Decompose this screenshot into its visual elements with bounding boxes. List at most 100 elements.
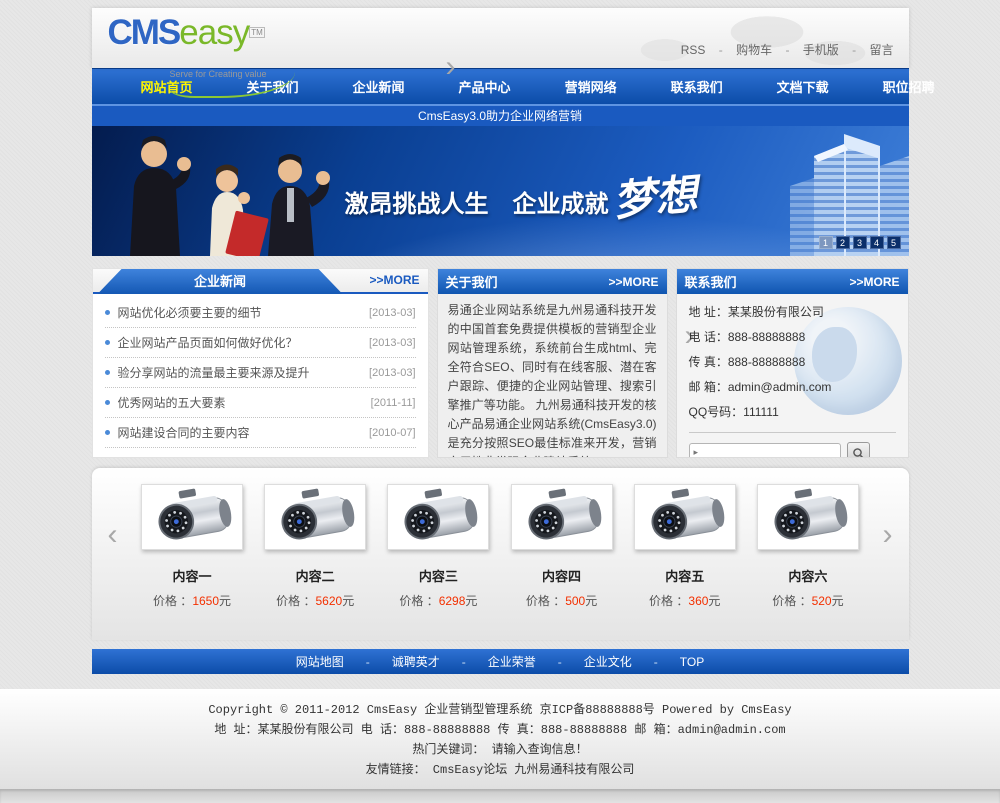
price-unit: 元 <box>831 594 844 608</box>
pager-2[interactable]: 2 <box>835 236 850 249</box>
price-unit: 元 <box>585 594 598 608</box>
news-item[interactable]: 优秀网站的五大要素 [2011-11] <box>104 388 416 418</box>
product-card: 内容一 价格 ：1650元 <box>134 484 251 609</box>
nav-item-jobs[interactable]: 职位招聘 <box>856 77 962 96</box>
price-value: 520 <box>811 594 832 608</box>
pager-1[interactable]: 1 <box>818 236 833 249</box>
price-label: 价格 ： <box>525 594 566 608</box>
product-image[interactable] <box>756 484 859 550</box>
link-rss[interactable]: RSS <box>681 43 706 57</box>
product-name[interactable]: 内容四 <box>503 566 620 585</box>
about-more-link[interactable]: >>MORE <box>608 275 658 289</box>
cctv-camera-image <box>281 488 355 540</box>
cctv-camera-image <box>528 488 601 540</box>
product-image[interactable] <box>141 484 243 550</box>
copyright-line-4: 友情链接： CmsEasy论坛 九州易通科技有限公司 <box>365 763 635 777</box>
footer-link-honor[interactable]: 企业荣誉 <box>488 653 536 670</box>
news-title: 企业新闻 <box>98 269 343 294</box>
link-separator: - <box>718 43 723 57</box>
search-icon <box>852 447 864 457</box>
contact-title: 联系我们 <box>684 275 737 290</box>
pager-4[interactable]: 4 <box>869 236 884 249</box>
product-price: 价格 ：5620元 <box>257 592 374 609</box>
bullet-icon <box>104 340 110 345</box>
footer-separator: - <box>365 654 370 669</box>
about-header: › 关于我们 >>MORE <box>437 50 667 294</box>
product-name[interactable]: 内容一 <box>134 566 251 585</box>
news-item-title[interactable]: 网站建设合同的主要内容 <box>118 424 370 441</box>
contact-divider <box>688 432 896 433</box>
footer-link-top[interactable]: TOP <box>680 655 704 669</box>
news-item-date: [2013-03] <box>369 306 416 319</box>
nav-item-marketing[interactable]: 营销网络 <box>538 77 644 96</box>
price-unit: 元 <box>342 594 355 608</box>
product-price: 价格 ：520元 <box>749 592 866 609</box>
news-item-date: [2013-03] <box>369 366 416 379</box>
footer-link-sitemap[interactable]: 网站地图 <box>296 653 344 670</box>
pager-5[interactable]: 5 <box>886 236 901 249</box>
price-value: 6298 <box>438 594 466 608</box>
hero-banner[interactable]: 激昂挑战人生 企业成就梦想 1 2 3 4 5 <box>91 126 909 256</box>
news-item[interactable]: 网站优化必须要主要的细节 [2013-03] <box>104 298 416 328</box>
logo-tagline: Serve for Creating value <box>169 55 295 98</box>
nav-item-news[interactable]: 企业新闻 <box>326 77 432 96</box>
caret-icon: ▸ <box>693 447 699 457</box>
product-list: 内容一 价格 ：1650元 内容二 价格 ：5620元 内容三 价格 ：6298… <box>134 484 867 609</box>
product-name[interactable]: 内容三 <box>380 566 497 585</box>
header-quick-links: RSS - 购物车 - 手机版 - 留言 <box>676 41 899 58</box>
price-label: 价格 ： <box>649 594 689 608</box>
news-item[interactable]: 企业网站产品页面如何做好优化？ [2013-03] <box>104 328 416 358</box>
product-name[interactable]: 内容二 <box>257 566 374 585</box>
carousel-prev-arrow[interactable]: ‹ <box>108 520 118 550</box>
link-mobile[interactable]: 手机版 <box>803 43 839 57</box>
copyright-line-2: 地 址：某某股份有限公司 电 话：888-88888888 传 真：888-88… <box>214 723 786 737</box>
news-item[interactable]: 网站建设合同的主要内容 [2010-07] <box>104 418 416 448</box>
search-input[interactable] <box>688 442 841 457</box>
about-title-wrap: › 关于我们 <box>445 50 498 291</box>
footer-link-culture[interactable]: 企业文化 <box>584 653 632 670</box>
bullet-icon <box>104 310 110 315</box>
slogan-text: 激昂挑战人生 企业成就 <box>344 191 609 218</box>
footer-separator: - <box>461 654 466 669</box>
link-message[interactable]: 留言 <box>869 43 893 57</box>
contact-more-link[interactable]: >>MORE <box>849 275 899 289</box>
product-price: 价格 ：500元 <box>503 592 620 609</box>
news-item[interactable]: 验分享网站的流量最主要来源及提升 [2013-03] <box>104 358 416 388</box>
news-panel: 企业新闻 >>MORE 网站优化必须要主要的细节 [2013-03] 企业网站产… <box>91 268 429 458</box>
nav-item-downloads[interactable]: 文档下载 <box>750 77 856 96</box>
news-more-link[interactable]: >>MORE <box>369 273 419 287</box>
news-item-title[interactable]: 网站优化必须要主要的细节 <box>118 304 370 321</box>
product-image[interactable] <box>387 484 490 550</box>
link-cart[interactable]: 购物车 <box>736 43 772 57</box>
contact-email: 邮 箱：admin@admin.com <box>688 380 832 394</box>
contact-panel: › 联系我们 >>MORE 地 址：某某股份有限公司 电 话：888-888888… <box>675 268 909 458</box>
product-image[interactable] <box>264 484 367 550</box>
footer-link-jobs[interactable]: 诚聘英才 <box>392 653 440 670</box>
product-card: 内容四 价格 ：500元 <box>503 484 620 609</box>
price-value: 1650 <box>192 594 220 608</box>
bottom-strip <box>0 789 1000 803</box>
site-logo[interactable]: CMSeasy TM Serve for Creating value <box>108 14 295 98</box>
news-item-title[interactable]: 优秀网站的五大要素 <box>118 394 371 411</box>
site-header: CMSeasy TM Serve for Creating value RSS -… <box>91 8 909 98</box>
footer-nav: 网站地图 - 诚聘英才 - 企业荣誉 - 企业文化 - TOP <box>91 649 909 674</box>
product-image[interactable] <box>510 484 613 550</box>
product-image[interactable] <box>633 484 736 550</box>
price-label: 价格 ： <box>276 594 316 608</box>
worldmap-watermark <box>528 8 869 68</box>
logo-text-easy: easy <box>179 13 250 52</box>
copyright-line-1: Copyright © 2011-2012 CmsEasy 企业营销型管理系统 … <box>208 703 792 717</box>
news-item-title[interactable]: 验分享网站的流量最主要来源及提升 <box>118 364 370 381</box>
news-item-title[interactable]: 企业网站产品页面如何做好优化？ <box>118 334 370 351</box>
copyright-section: Copyright © 2011-2012 CmsEasy 企业营销型管理系统 … <box>0 689 1000 789</box>
product-name[interactable]: 内容五 <box>626 566 743 585</box>
nav-item-contact[interactable]: 联系我们 <box>644 77 750 96</box>
contact-phone: 电 话：888-88888888 <box>688 330 806 344</box>
product-name[interactable]: 内容六 <box>749 566 866 585</box>
price-unit: 元 <box>219 594 232 608</box>
carousel-next-arrow[interactable]: › <box>883 520 893 550</box>
pager-3[interactable]: 3 <box>852 236 867 249</box>
product-price: 价格 ：360元 <box>626 592 743 609</box>
search-button[interactable] <box>846 442 870 457</box>
news-item-date: [2011-11] <box>370 396 416 409</box>
